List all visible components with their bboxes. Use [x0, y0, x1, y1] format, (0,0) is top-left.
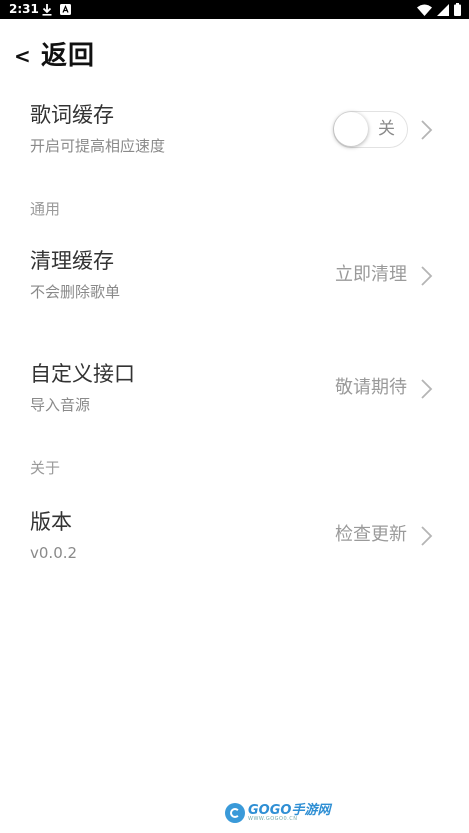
lyrics-cache-title: 歌词缓存 [30, 103, 114, 127]
custom-api-subtitle: 导入音源 [30, 396, 91, 414]
clear-cache-subtitle: 不会删除歌单 [30, 283, 121, 301]
watermark: GOGO手游网 WWW.GOGO0.CN [225, 800, 330, 826]
chevron-right-icon [421, 379, 433, 399]
custom-api-row[interactable]: 自定义接口 导入音源 敬请期待 [0, 355, 469, 425]
status-icons-left [42, 2, 71, 17]
notification-a-icon [60, 4, 71, 15]
section-label-about: 关于 [30, 459, 61, 477]
download-icon [42, 3, 52, 16]
toggle-state-label: 关 [378, 119, 395, 139]
back-button[interactable]: < 返回 [0, 30, 469, 82]
version-title: 版本 [30, 510, 72, 534]
version-number: v0.0.2 [30, 544, 78, 562]
chevron-right-icon [421, 526, 433, 546]
wifi-icon [417, 4, 432, 16]
status-time: 2:31 [9, 2, 39, 16]
battery-icon [454, 3, 461, 16]
chevron-right-icon [421, 266, 433, 286]
watermark-url: WWW.GOGO0.CN [248, 816, 298, 822]
back-chevron-icon: < [14, 44, 31, 68]
chevron-right-icon [421, 120, 433, 140]
custom-api-title: 自定义接口 [30, 362, 135, 386]
custom-api-action[interactable]: 敬请期待 [335, 376, 407, 400]
status-bar: 2:31 [0, 0, 469, 19]
back-label: 返回 [41, 41, 96, 71]
section-label-general: 通用 [30, 200, 61, 218]
clear-cache-row[interactable]: 清理缓存 不会删除歌单 立即清理 [0, 242, 469, 312]
lyrics-cache-subtitle: 开启可提高相应速度 [30, 137, 166, 155]
toggle-knob [334, 112, 368, 146]
clear-cache-title: 清理缓存 [30, 249, 114, 273]
check-update-action[interactable]: 检查更新 [335, 523, 407, 547]
status-icons-right [417, 2, 461, 17]
watermark-logo-icon [225, 803, 245, 823]
clear-cache-action[interactable]: 立即清理 [335, 263, 407, 287]
lyrics-cache-toggle[interactable]: 关 [333, 111, 408, 148]
lyrics-cache-row[interactable]: 歌词缓存 开启可提高相应速度 关 [0, 96, 469, 166]
signal-icon [437, 3, 449, 16]
version-row[interactable]: 版本 v0.0.2 检查更新 [0, 501, 469, 571]
